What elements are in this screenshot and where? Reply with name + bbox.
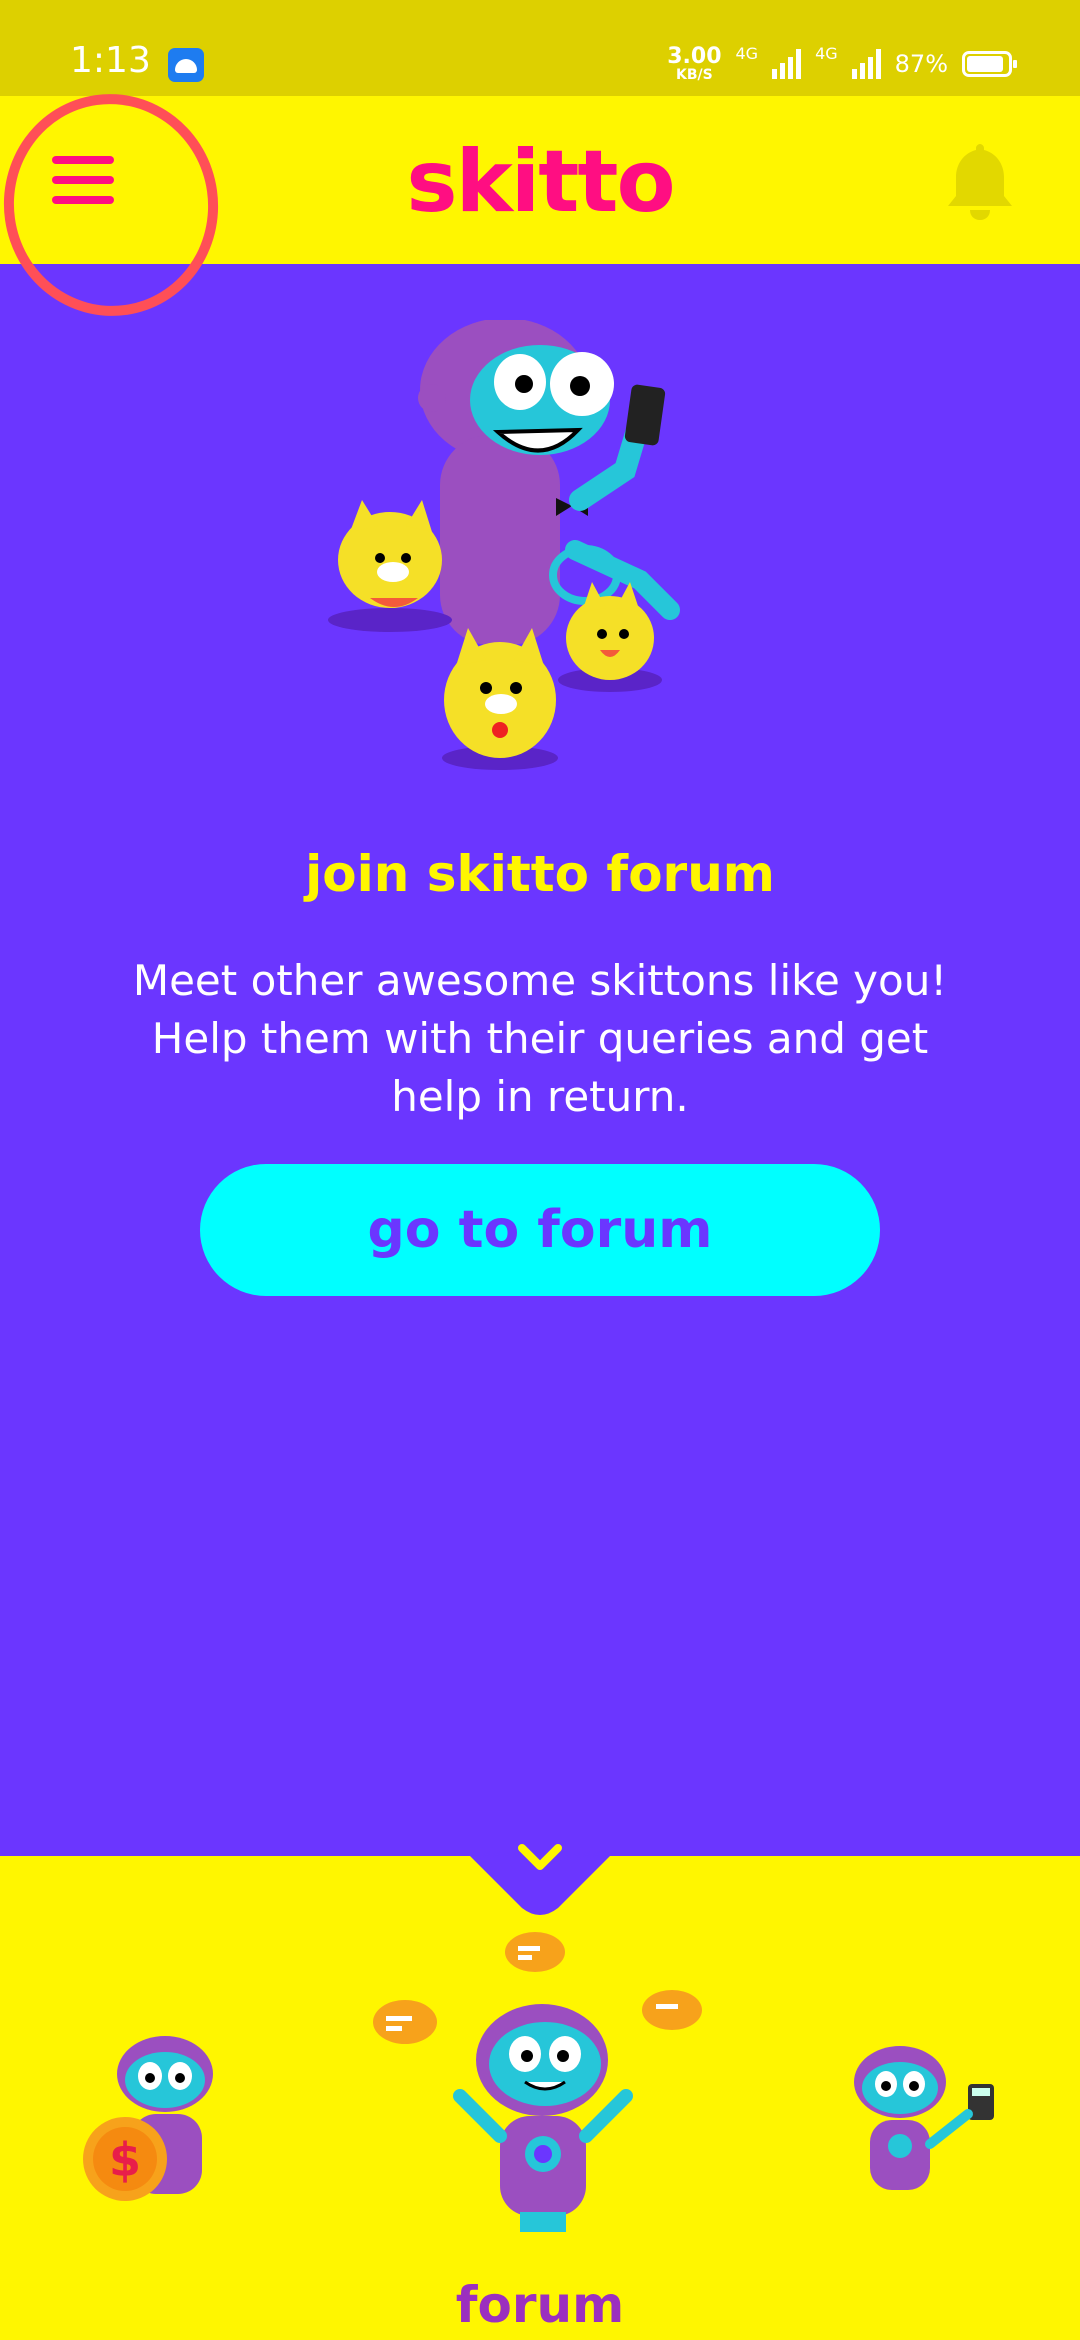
app-logo: skitto (406, 132, 675, 232)
network-speed-value: 3.00 (667, 44, 722, 69)
signal-icon (851, 49, 881, 79)
svg-text:$: $ (109, 2133, 141, 2187)
status-indicators: 3.00 KB/S 4G 4G 87% (667, 40, 1017, 88)
robot-with-dogs-illustration (328, 320, 680, 770)
chevron-down-icon[interactable] (516, 1842, 564, 1874)
network-type-1: 4G (735, 44, 759, 63)
go-to-forum-button[interactable]: go to forum (200, 1164, 880, 1296)
signal-icon (772, 49, 802, 79)
robot-forum-character[interactable] (360, 1926, 720, 2236)
network-type-2: 4G (815, 44, 838, 63)
notification-app-icon (168, 48, 204, 82)
bell-icon[interactable] (944, 140, 1016, 222)
status-time: 1:13 (70, 40, 151, 81)
robot-calculator-character[interactable] (838, 2044, 1018, 2204)
network-speed-unit: KB/S (676, 67, 713, 83)
battery-percent: 87% (894, 50, 948, 78)
status-bar: 1:13 3.00 KB/S 4G 4G 87% (0, 0, 1080, 96)
robot-coin-character[interactable]: $ (70, 2034, 240, 2214)
battery-icon (962, 51, 1017, 77)
forum-description: Meet other awesome skittons like you! He… (132, 956, 948, 1121)
forum-title: join skitto forum (305, 845, 775, 903)
network-speed: 3.00 KB/S (667, 44, 722, 83)
carousel-active-label: forum (455, 2276, 625, 2334)
